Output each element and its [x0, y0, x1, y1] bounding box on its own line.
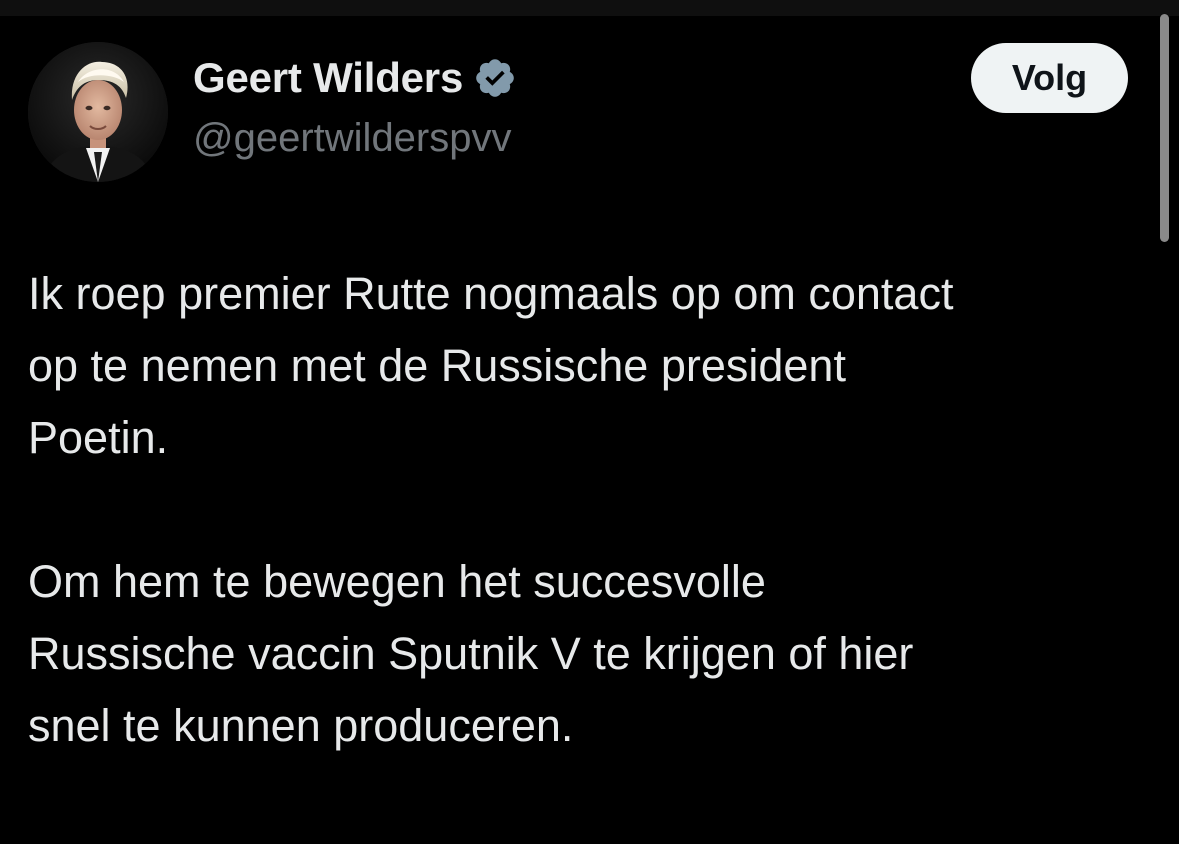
verified-badge-icon — [473, 56, 517, 100]
tweet-line: Poetin. — [28, 412, 169, 463]
tweet-line: Ik roep premier Rutte nogmaals op om con… — [28, 268, 954, 319]
tweet-line: op te nemen met de Russische president — [28, 340, 846, 391]
author-name[interactable]: Geert Wilders — [193, 54, 463, 102]
tweet-paragraph: Ik roep premier Rutte nogmaals op om con… — [28, 258, 1148, 474]
tweet-paragraph: Om hem te bewegen het succesvolle Russis… — [28, 546, 1148, 762]
follow-button[interactable]: Volg — [971, 43, 1128, 113]
author-handle[interactable]: @geertwilderspvv — [193, 116, 512, 161]
scrollbar[interactable] — [1160, 14, 1169, 242]
top-status-strip — [0, 0, 1179, 16]
tweet-line: Russische vaccin Sputnik V te krijgen of… — [28, 628, 914, 679]
profile-photo — [28, 42, 168, 182]
avatar[interactable] — [28, 42, 168, 182]
tweet-line: Om hem te bewegen het succesvolle — [28, 556, 766, 607]
tweet-text: Ik roep premier Rutte nogmaals op om con… — [28, 258, 1148, 762]
author-name-row[interactable]: Geert Wilders — [193, 52, 517, 104]
tweet-line: snel te kunnen produceren. — [28, 700, 574, 751]
